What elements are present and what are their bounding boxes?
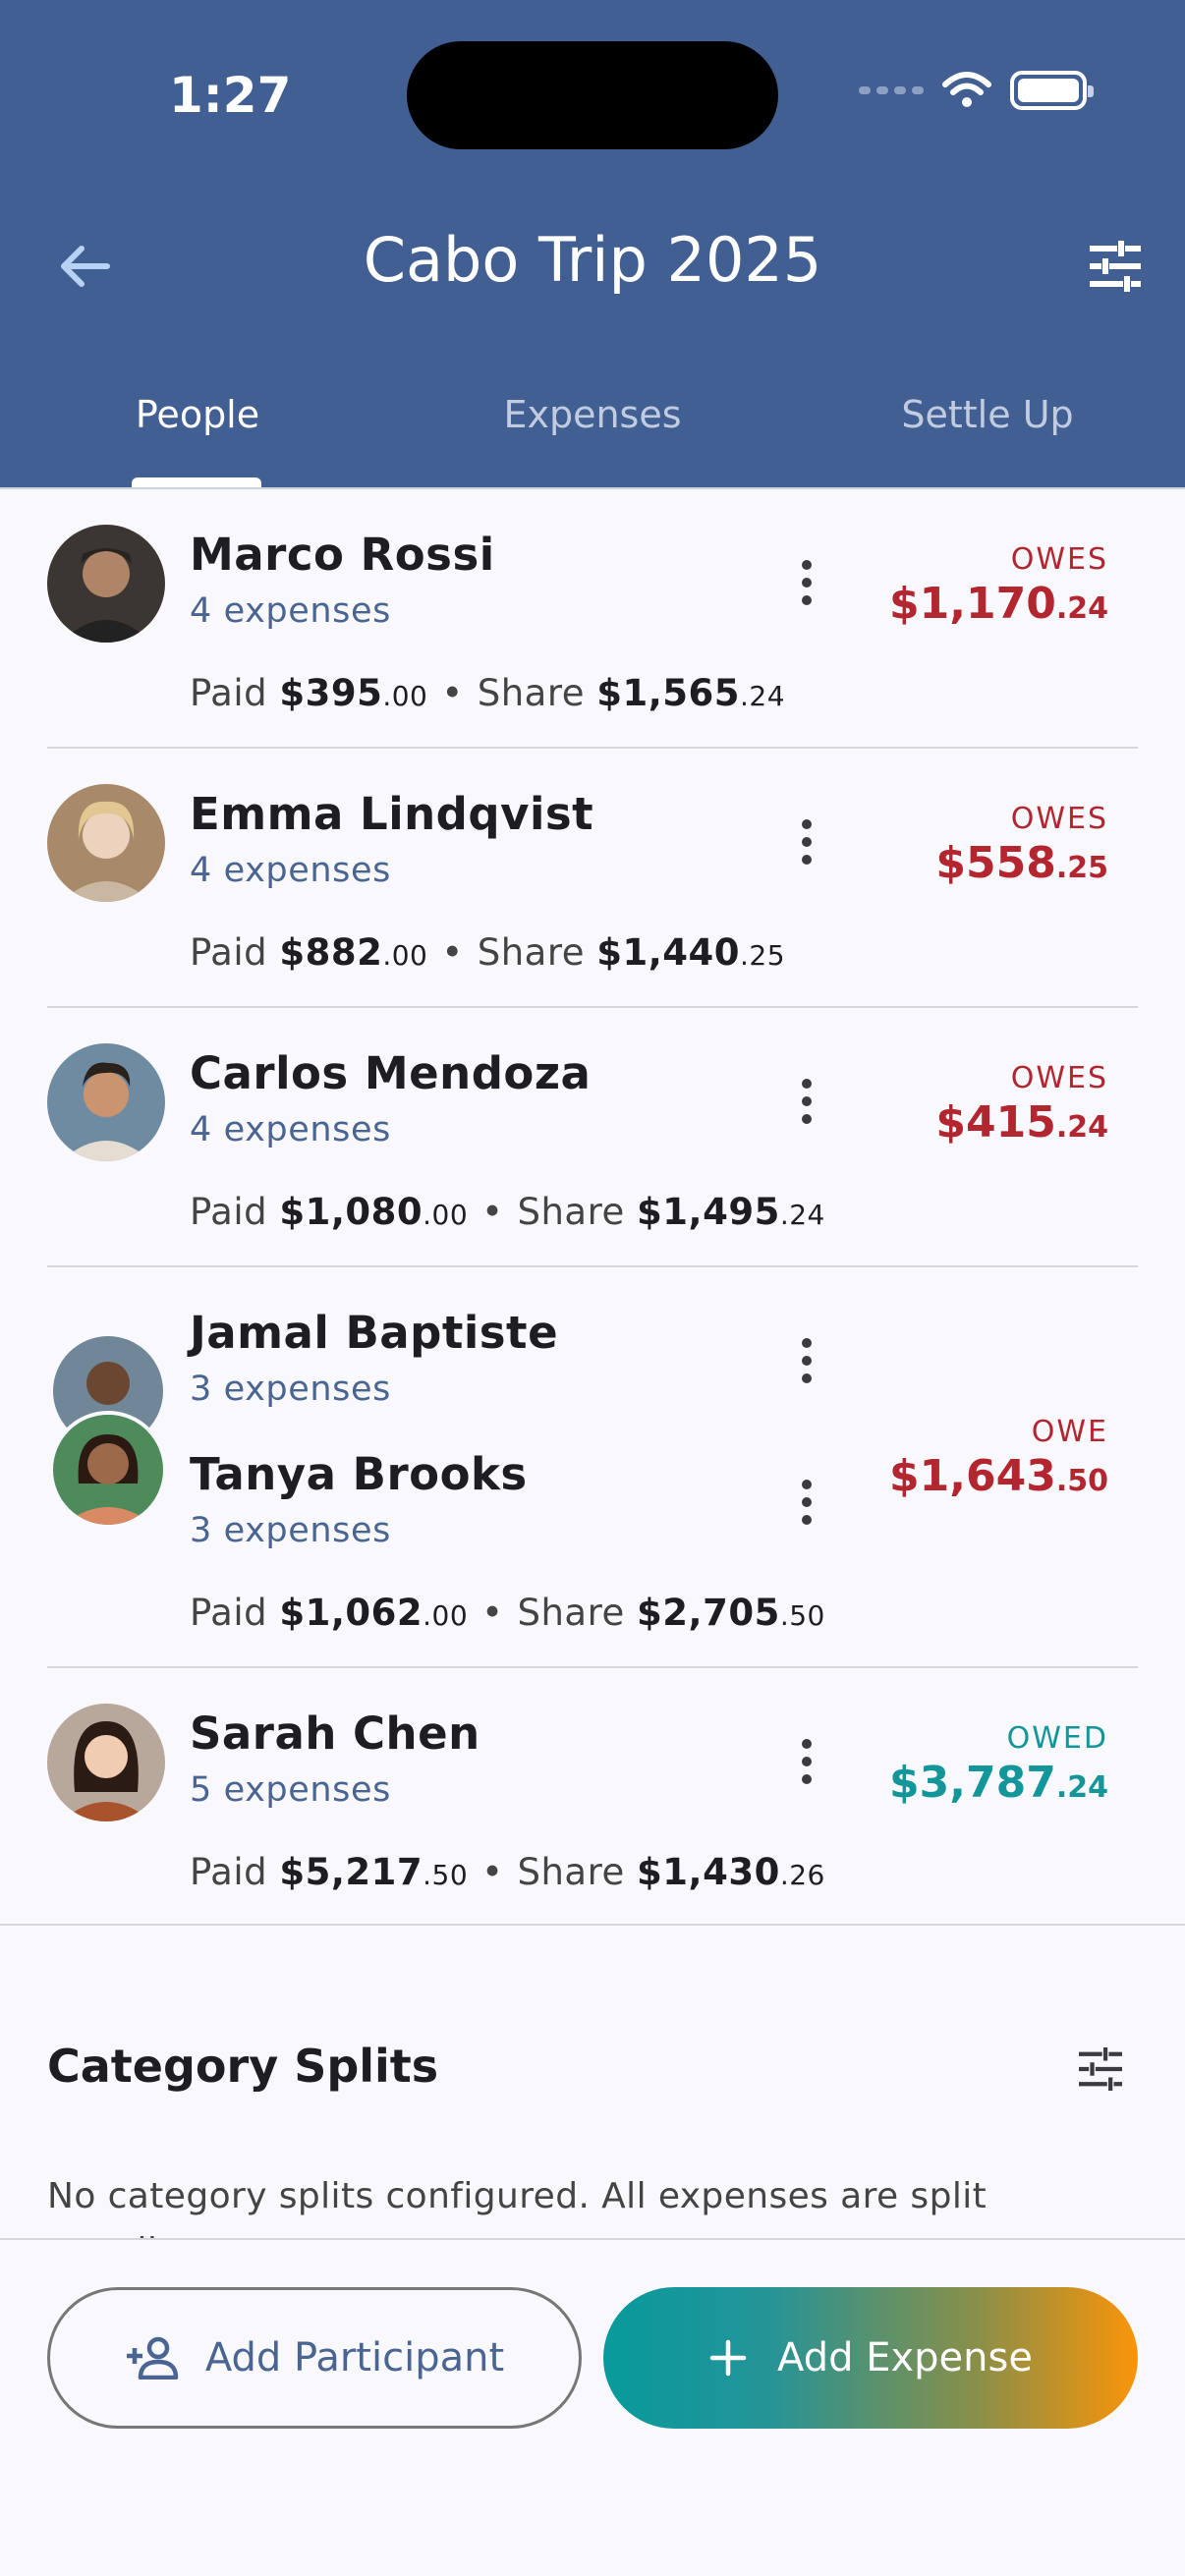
tune-icon <box>1079 2047 1122 2091</box>
more-options-button[interactable] <box>782 1067 831 1136</box>
balance: OWED $3,787.24 <box>889 1721 1108 1808</box>
participant-name: Marco Rossi <box>190 529 495 581</box>
balance-amount: $3,787.24 <box>889 1758 1108 1808</box>
balance-amount: $1,643.50 <box>889 1451 1108 1501</box>
list-item[interactable]: Sarah Chen 5 expenses OWED $3,787.24 Pai… <box>47 1668 1138 1922</box>
avatar <box>47 1043 165 1161</box>
expense-count[interactable]: 5 expenses <box>190 1770 391 1810</box>
more-options-button[interactable] <box>782 808 831 876</box>
tune-icon <box>1090 241 1141 292</box>
tab-people[interactable]: People <box>0 383 395 487</box>
balance: OWES $1,170.24 <box>889 542 1108 629</box>
paid-share-summary: Paid $395.00 • Share $1,565.24 <box>190 672 786 714</box>
balance-status: OWES <box>1010 802 1108 836</box>
status-icons <box>859 71 1094 110</box>
dynamic-island <box>407 41 778 149</box>
tab-indicator <box>132 477 261 487</box>
more-options-button[interactable] <box>782 1326 831 1395</box>
expense-count[interactable]: 4 expenses <box>190 1110 391 1149</box>
balance-status: OWE <box>1031 1415 1108 1449</box>
list-item-group[interactable]: Jamal Baptiste 3 expenses Tanya Brooks 3… <box>47 1267 1138 1668</box>
list-item[interactable]: Emma Lindqvist 4 expenses OWES $558.25 P… <box>47 749 1138 1008</box>
tab-expenses-label: Expenses <box>503 393 682 436</box>
more-options-button[interactable] <box>782 1468 831 1537</box>
add-participant-label: Add Participant <box>204 2335 505 2380</box>
avatar <box>49 1411 167 1529</box>
expense-count[interactable]: 3 expenses <box>190 1370 391 1409</box>
paid-share-summary: Paid $1,062.00 • Share $2,705.50 <box>190 1592 825 1634</box>
balance-status: OWED <box>1006 1721 1108 1756</box>
expense-count[interactable]: 4 expenses <box>190 851 391 890</box>
balance-status: OWES <box>1010 1061 1108 1095</box>
category-splits-empty-note: No category splits configured. All expen… <box>47 2176 988 2238</box>
tab-people-label: People <box>135 393 260 436</box>
category-splits-settings-button[interactable] <box>1071 2040 1130 2099</box>
app-header: 1:27 Cabo Trip 2025 People Expenses Sett… <box>0 0 1185 487</box>
category-splits-title: Category Splits <box>47 2040 439 2093</box>
filter-button[interactable] <box>1081 232 1150 301</box>
more-options-button[interactable] <box>782 1727 831 1796</box>
page-title: Cabo Trip 2025 <box>363 224 822 296</box>
wifi-icon <box>942 72 991 107</box>
plus-icon <box>709 2339 747 2377</box>
avatar <box>47 784 165 902</box>
status-time: 1:27 <box>169 67 292 124</box>
paid-share-summary: Paid $882.00 • Share $1,440.25 <box>190 931 786 974</box>
tab-settle-up-label: Settle Up <box>901 393 1074 436</box>
divider <box>0 1924 1185 1926</box>
cellular-signal-icon <box>859 86 924 94</box>
person-add-icon <box>126 2336 179 2380</box>
expense-count[interactable]: 4 expenses <box>190 591 391 631</box>
add-expense-label: Add Expense <box>777 2335 1033 2380</box>
avatar <box>47 525 165 643</box>
list-item[interactable]: Carlos Mendoza 4 expenses OWES $415.24 P… <box>47 1008 1138 1267</box>
participant-name: Carlos Mendoza <box>190 1047 592 1099</box>
expense-count[interactable]: 3 expenses <box>190 1511 391 1550</box>
avatar <box>47 1704 165 1821</box>
paid-share-summary: Paid $5,217.50 • Share $1,430.26 <box>190 1851 825 1893</box>
tab-expenses[interactable]: Expenses <box>395 383 790 487</box>
tab-bar: People Expenses Settle Up <box>0 383 1185 487</box>
paid-share-summary: Paid $1,080.00 • Share $1,495.24 <box>190 1191 825 1233</box>
balance-amount: $415.24 <box>935 1097 1108 1148</box>
balance: OWES $415.24 <box>935 1061 1108 1148</box>
battery-icon <box>1010 71 1094 110</box>
more-options-button[interactable] <box>782 548 831 617</box>
participant-name: Sarah Chen <box>190 1708 480 1760</box>
participant-name: Emma Lindqvist <box>190 788 594 840</box>
participant-name: Jamal Baptiste <box>190 1307 559 1359</box>
balance-status: OWES <box>1010 542 1108 577</box>
tab-settle-up[interactable]: Settle Up <box>790 383 1185 487</box>
add-expense-button[interactable]: Add Expense <box>603 2287 1138 2429</box>
balance: OWES $558.25 <box>935 802 1108 888</box>
balance: OWE $1,643.50 <box>889 1415 1108 1501</box>
participant-name: Tanya Brooks <box>190 1448 528 1500</box>
balance-amount: $558.25 <box>935 838 1108 888</box>
add-participant-button[interactable]: Add Participant <box>47 2287 582 2429</box>
balance-amount: $1,170.24 <box>889 579 1108 629</box>
list-item[interactable]: Marco Rossi 4 expenses OWES $1,170.24 Pa… <box>47 489 1138 749</box>
